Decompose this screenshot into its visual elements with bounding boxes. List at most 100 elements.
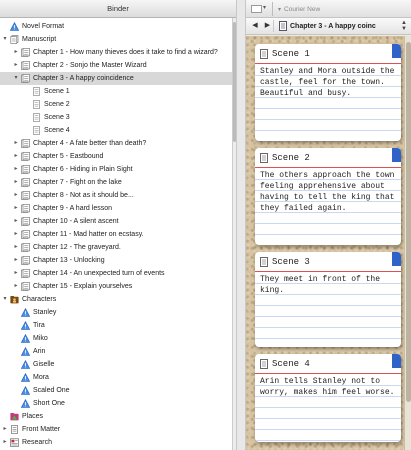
index-card[interactable]: Scene 1 Stanley and Mora outside the cast…	[255, 44, 401, 141]
folder-icon	[21, 230, 30, 239]
disclosure-collapsed-icon[interactable]: ▸	[13, 59, 19, 72]
binder-item[interactable]: Mora	[0, 371, 232, 384]
binder-item-label: Chapter 8 - Not as it should be...	[33, 192, 134, 199]
folder-icon	[21, 165, 30, 174]
binder-item-label: Chapter 13 - Unlocking	[33, 257, 105, 264]
binder-item-label: Scene 4	[44, 127, 70, 134]
binder-item[interactable]: Miko	[0, 332, 232, 345]
card-title[interactable]: Scene 2	[272, 148, 310, 168]
card-synopsis[interactable]: They meet in front of the king.	[255, 272, 401, 346]
binder-item-label: Scaled One	[33, 387, 70, 394]
binder-item[interactable]: ▸ Chapter 7 - Fight on the lake	[0, 176, 232, 189]
binder-item[interactable]: Scaled One	[0, 384, 232, 397]
binder-item[interactable]: ▾ Characters	[0, 293, 232, 306]
split-divider[interactable]	[236, 0, 246, 450]
warning-triangle-icon	[9, 21, 20, 31]
index-card[interactable]: Scene 4 Arin tells Stanley not to worry, …	[255, 354, 401, 442]
disclosure-collapsed-icon[interactable]: ▸	[13, 215, 19, 228]
binder-tree: Novel Format ▾ Manuscript ▸ Chapter 1 - How …	[0, 20, 232, 450]
disclosure-collapsed-icon[interactable]: ▸	[13, 228, 19, 241]
binder-item[interactable]: ▾ Chapter 3 - A happy coincidence	[0, 72, 232, 85]
card-title[interactable]: Scene 1	[272, 44, 310, 64]
binder-item[interactable]: ▸ Chapter 6 - Hiding in Plain Sight	[0, 163, 232, 176]
binder-item[interactable]: ▸ Chapter 1 - How many thieves does it ta…	[0, 46, 232, 59]
binder-item[interactable]: ▸ Chapter 5 - Eastbound	[0, 150, 232, 163]
binder-item-label: Novel Format	[22, 23, 65, 30]
binder-item[interactable]: ▸ Chapter 14 - An unexpected turn of even…	[0, 267, 232, 280]
font-select[interactable]: ▾ Courier New	[278, 4, 408, 15]
card-synopsis[interactable]: Stanley and Mora outside the castle, fee…	[255, 64, 401, 140]
binder-item[interactable]: ▸ Chapter 11 - Mad hatter on ecstasy.	[0, 228, 232, 241]
binder-item[interactable]: Scene 3	[0, 111, 232, 124]
up-down-arrows-icon[interactable]: ▲ ▼	[400, 20, 408, 32]
binder-item[interactable]: Scene 4	[0, 124, 232, 137]
binder-item[interactable]: ▸ Chapter 9 - A hard lesson	[0, 202, 232, 215]
binder-item[interactable]: ▸ Chapter 4 - A fate better than death?	[0, 137, 232, 150]
card-synopsis[interactable]: The others approach the town feeling app…	[255, 168, 401, 244]
disclosure-collapsed-icon[interactable]: ▸	[13, 176, 19, 189]
binder-item[interactable]: Stanley	[0, 306, 232, 319]
status-tab	[392, 148, 401, 162]
binder-item[interactable]: ▸ Chapter 2 - Sonjo the Master Wizard	[0, 59, 232, 72]
warning-triangle-icon	[20, 320, 31, 330]
folder-icon	[21, 191, 30, 200]
binder-item-label: Short One	[33, 400, 65, 407]
folder-icon	[21, 61, 30, 70]
binder-item[interactable]: ▸ Chapter 13 - Unlocking	[0, 254, 232, 267]
corkboard-scrollbar[interactable]	[404, 36, 411, 450]
binder-header: Binder	[0, 0, 236, 18]
binder-item-label: Research	[22, 439, 52, 446]
binder-item[interactable]: ▾ Manuscript	[0, 33, 232, 46]
disclosure-collapsed-icon[interactable]: ▸	[13, 189, 19, 202]
binder-item[interactable]: ▸ Chapter 15 - Explain yourselves	[0, 280, 232, 293]
disclosure-expanded-icon[interactable]: ▾	[2, 33, 8, 46]
text-format-icon[interactable]	[251, 5, 262, 13]
binder-item-label: Chapter 10 - A silent ascent	[33, 218, 119, 225]
disclosure-collapsed-icon[interactable]: ▸	[2, 423, 8, 436]
disclosure-collapsed-icon[interactable]: ▸	[13, 150, 19, 163]
doc-icon	[260, 257, 268, 267]
disclosure-collapsed-icon[interactable]: ▸	[2, 436, 8, 449]
card-title[interactable]: Scene 4	[272, 354, 310, 374]
disclosure-collapsed-icon[interactable]: ▸	[13, 241, 19, 254]
binder-item[interactable]: Tira	[0, 319, 232, 332]
binder-item[interactable]: Places	[0, 410, 232, 423]
index-card[interactable]: Scene 2 The others approach the town feel…	[255, 148, 401, 245]
disclosure-expanded-icon[interactable]: ▾	[13, 72, 19, 85]
card-header: Scene 2	[255, 148, 401, 168]
corkboard-scroll-thumb[interactable]	[406, 42, 411, 402]
card-title[interactable]: Scene 3	[272, 252, 310, 272]
disclosure-collapsed-icon[interactable]: ▸	[13, 163, 19, 176]
card-synopsis[interactable]: Arin tells Stanley not to worry, makes h…	[255, 374, 401, 441]
card-header: Scene 4	[255, 354, 401, 374]
binder-item[interactable]: Arin	[0, 345, 232, 358]
folder-icon	[21, 282, 30, 291]
binder-item[interactable]: Scene 1	[0, 85, 232, 98]
disclosure-expanded-icon[interactable]: ▾	[2, 293, 8, 306]
binder-item-label: Chapter 11 - Mad hatter on ecstasy.	[33, 231, 144, 238]
binder-item[interactable]: ▸ Front Matter	[0, 423, 232, 436]
format-toolbar: ▾ ▾ Courier New	[246, 0, 411, 18]
disclosure-collapsed-icon[interactable]: ▸	[13, 254, 19, 267]
disclosure-collapsed-icon[interactable]: ▸	[13, 202, 19, 215]
chevron-down-icon[interactable]: ▾	[263, 4, 266, 11]
index-card[interactable]: Scene 3 They meet in front of the king.	[255, 252, 401, 347]
disclosure-collapsed-icon[interactable]: ▸	[13, 46, 19, 59]
forward-button[interactable]: ▶	[262, 20, 274, 32]
binder-item[interactable]: ▸ Chapter 10 - A silent ascent	[0, 215, 232, 228]
back-button[interactable]: ◀	[249, 20, 261, 32]
disclosure-collapsed-icon[interactable]: ▸	[13, 137, 19, 150]
binder-item[interactable]: Giselle	[0, 358, 232, 371]
binder-item[interactable]: Novel Format	[0, 20, 232, 33]
binder-item[interactable]: Short One	[0, 397, 232, 410]
binder-item[interactable]: ▸ Research	[0, 436, 232, 449]
document-title[interactable]: Chapter 3 - A happy coinc	[290, 18, 394, 35]
binder-item-label: Chapter 12 - The graveyard.	[33, 244, 121, 251]
binder-item[interactable]: ▸ Chapter 12 - The graveyard.	[0, 241, 232, 254]
binder-item[interactable]: ▸ Chapter 8 - Not as it should be...	[0, 189, 232, 202]
binder-item-label: Chapter 5 - Eastbound	[33, 153, 104, 160]
folder-icon	[21, 48, 30, 57]
disclosure-collapsed-icon[interactable]: ▸	[13, 280, 19, 293]
binder-item[interactable]: Scene 2	[0, 98, 232, 111]
disclosure-collapsed-icon[interactable]: ▸	[13, 267, 19, 280]
